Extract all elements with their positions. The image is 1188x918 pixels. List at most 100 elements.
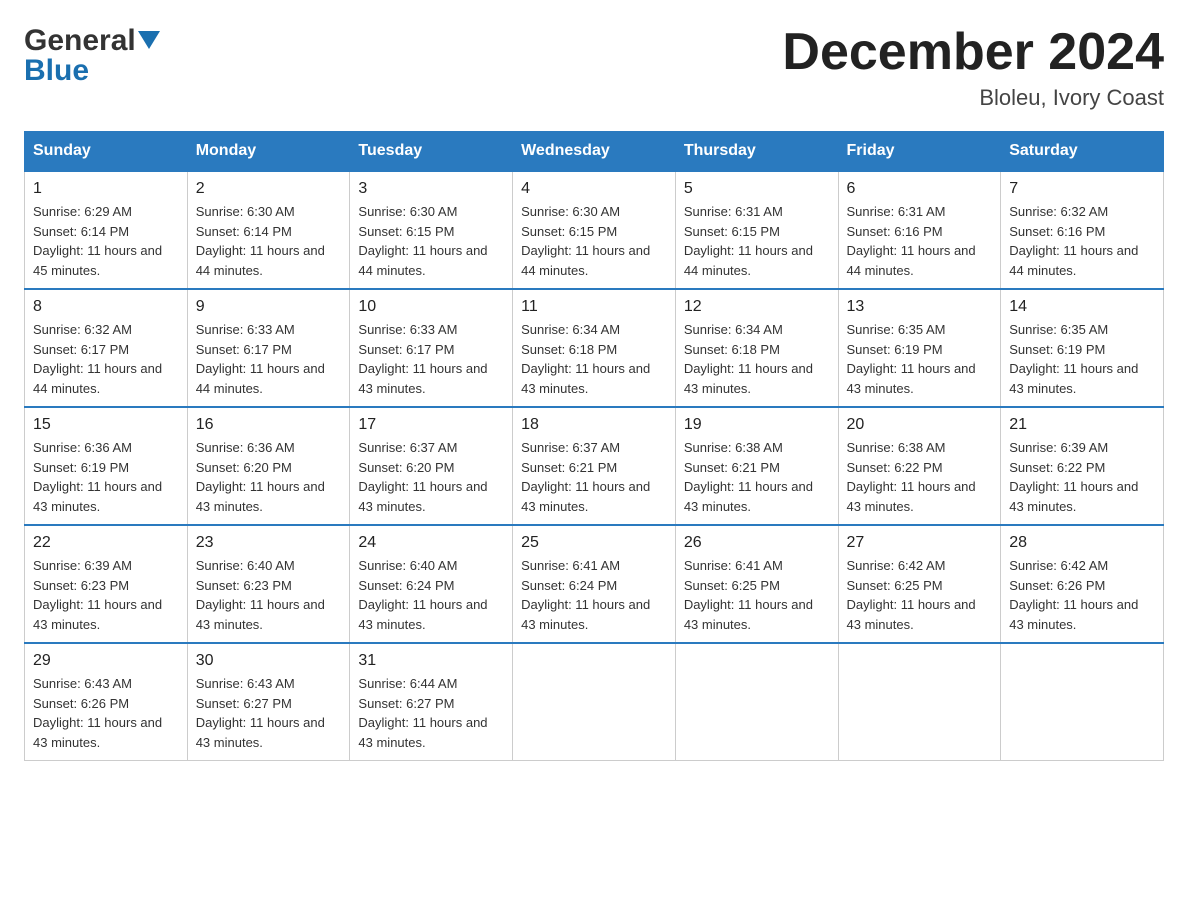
title-block: December 2024 Bloleu, Ivory Coast bbox=[782, 24, 1164, 111]
sunset-label: Sunset: 6:25 PM bbox=[847, 578, 943, 593]
daylight-label: Daylight: 11 hours and 43 minutes. bbox=[33, 479, 162, 514]
sunset-label: Sunset: 6:27 PM bbox=[358, 696, 454, 711]
day-info: Sunrise: 6:36 AM Sunset: 6:20 PM Dayligh… bbox=[196, 438, 342, 516]
day-number: 5 bbox=[684, 180, 830, 198]
calendar-cell: 7 Sunrise: 6:32 AM Sunset: 6:16 PM Dayli… bbox=[1001, 171, 1164, 289]
day-number: 15 bbox=[33, 416, 179, 434]
day-info: Sunrise: 6:39 AM Sunset: 6:22 PM Dayligh… bbox=[1009, 438, 1155, 516]
daylight-label: Daylight: 11 hours and 43 minutes. bbox=[684, 479, 813, 514]
calendar-cell: 20 Sunrise: 6:38 AM Sunset: 6:22 PM Dayl… bbox=[838, 407, 1001, 525]
day-info: Sunrise: 6:37 AM Sunset: 6:21 PM Dayligh… bbox=[521, 438, 667, 516]
sunset-label: Sunset: 6:15 PM bbox=[358, 224, 454, 239]
sunset-label: Sunset: 6:19 PM bbox=[1009, 342, 1105, 357]
sunrise-label: Sunrise: 6:30 AM bbox=[196, 204, 295, 219]
calendar-cell: 3 Sunrise: 6:30 AM Sunset: 6:15 PM Dayli… bbox=[350, 171, 513, 289]
sunrise-label: Sunrise: 6:33 AM bbox=[358, 322, 457, 337]
sunrise-label: Sunrise: 6:36 AM bbox=[196, 440, 295, 455]
daylight-label: Daylight: 11 hours and 43 minutes. bbox=[196, 479, 325, 514]
calendar-week-5: 29 Sunrise: 6:43 AM Sunset: 6:26 PM Dayl… bbox=[25, 643, 1164, 761]
logo-text-general: General bbox=[24, 24, 136, 58]
calendar-cell: 16 Sunrise: 6:36 AM Sunset: 6:20 PM Dayl… bbox=[187, 407, 350, 525]
calendar-cell bbox=[513, 643, 676, 761]
calendar-cell: 23 Sunrise: 6:40 AM Sunset: 6:23 PM Dayl… bbox=[187, 525, 350, 643]
sunset-label: Sunset: 6:18 PM bbox=[684, 342, 780, 357]
sunrise-label: Sunrise: 6:43 AM bbox=[196, 676, 295, 691]
calendar-week-3: 15 Sunrise: 6:36 AM Sunset: 6:19 PM Dayl… bbox=[25, 407, 1164, 525]
sunset-label: Sunset: 6:18 PM bbox=[521, 342, 617, 357]
day-number: 23 bbox=[196, 534, 342, 552]
calendar-cell: 17 Sunrise: 6:37 AM Sunset: 6:20 PM Dayl… bbox=[350, 407, 513, 525]
daylight-label: Daylight: 11 hours and 43 minutes. bbox=[684, 597, 813, 632]
sunset-label: Sunset: 6:26 PM bbox=[33, 696, 129, 711]
sunset-label: Sunset: 6:25 PM bbox=[684, 578, 780, 593]
calendar-cell: 21 Sunrise: 6:39 AM Sunset: 6:22 PM Dayl… bbox=[1001, 407, 1164, 525]
daylight-label: Daylight: 11 hours and 43 minutes. bbox=[196, 715, 325, 750]
daylight-label: Daylight: 11 hours and 43 minutes. bbox=[1009, 479, 1138, 514]
daylight-label: Daylight: 11 hours and 43 minutes. bbox=[847, 479, 976, 514]
day-info: Sunrise: 6:42 AM Sunset: 6:25 PM Dayligh… bbox=[847, 556, 993, 634]
daylight-label: Daylight: 11 hours and 43 minutes. bbox=[1009, 361, 1138, 396]
day-info: Sunrise: 6:31 AM Sunset: 6:15 PM Dayligh… bbox=[684, 202, 830, 280]
day-number: 2 bbox=[196, 180, 342, 198]
logo-text-blue: Blue bbox=[24, 54, 89, 88]
daylight-label: Daylight: 11 hours and 43 minutes. bbox=[358, 479, 487, 514]
sunset-label: Sunset: 6:14 PM bbox=[196, 224, 292, 239]
sunrise-label: Sunrise: 6:35 AM bbox=[847, 322, 946, 337]
day-info: Sunrise: 6:41 AM Sunset: 6:24 PM Dayligh… bbox=[521, 556, 667, 634]
daylight-label: Daylight: 11 hours and 43 minutes. bbox=[847, 597, 976, 632]
day-number: 10 bbox=[358, 298, 504, 316]
sunset-label: Sunset: 6:20 PM bbox=[196, 460, 292, 475]
day-number: 17 bbox=[358, 416, 504, 434]
sunset-label: Sunset: 6:27 PM bbox=[196, 696, 292, 711]
sunset-label: Sunset: 6:19 PM bbox=[33, 460, 129, 475]
day-info: Sunrise: 6:40 AM Sunset: 6:23 PM Dayligh… bbox=[196, 556, 342, 634]
calendar-cell: 30 Sunrise: 6:43 AM Sunset: 6:27 PM Dayl… bbox=[187, 643, 350, 761]
sunset-label: Sunset: 6:15 PM bbox=[521, 224, 617, 239]
calendar-cell: 29 Sunrise: 6:43 AM Sunset: 6:26 PM Dayl… bbox=[25, 643, 188, 761]
day-number: 21 bbox=[1009, 416, 1155, 434]
calendar-cell: 28 Sunrise: 6:42 AM Sunset: 6:26 PM Dayl… bbox=[1001, 525, 1164, 643]
sunset-label: Sunset: 6:16 PM bbox=[1009, 224, 1105, 239]
daylight-label: Daylight: 11 hours and 44 minutes. bbox=[521, 243, 650, 278]
header-day-sunday: Sunday bbox=[25, 132, 188, 172]
sunrise-label: Sunrise: 6:35 AM bbox=[1009, 322, 1108, 337]
sunset-label: Sunset: 6:24 PM bbox=[521, 578, 617, 593]
sunset-label: Sunset: 6:24 PM bbox=[358, 578, 454, 593]
day-number: 16 bbox=[196, 416, 342, 434]
daylight-label: Daylight: 11 hours and 43 minutes. bbox=[521, 361, 650, 396]
sunrise-label: Sunrise: 6:34 AM bbox=[684, 322, 783, 337]
daylight-label: Daylight: 11 hours and 43 minutes. bbox=[33, 715, 162, 750]
daylight-label: Daylight: 11 hours and 43 minutes. bbox=[33, 597, 162, 632]
calendar-cell: 12 Sunrise: 6:34 AM Sunset: 6:18 PM Dayl… bbox=[675, 289, 838, 407]
daylight-label: Daylight: 11 hours and 43 minutes. bbox=[521, 597, 650, 632]
day-info: Sunrise: 6:35 AM Sunset: 6:19 PM Dayligh… bbox=[847, 320, 993, 398]
day-info: Sunrise: 6:32 AM Sunset: 6:17 PM Dayligh… bbox=[33, 320, 179, 398]
day-number: 13 bbox=[847, 298, 993, 316]
sunrise-label: Sunrise: 6:40 AM bbox=[196, 558, 295, 573]
calendar-cell: 31 Sunrise: 6:44 AM Sunset: 6:27 PM Dayl… bbox=[350, 643, 513, 761]
daylight-label: Daylight: 11 hours and 43 minutes. bbox=[847, 361, 976, 396]
daylight-label: Daylight: 11 hours and 43 minutes. bbox=[358, 361, 487, 396]
sunrise-label: Sunrise: 6:41 AM bbox=[684, 558, 783, 573]
day-number: 8 bbox=[33, 298, 179, 316]
daylight-label: Daylight: 11 hours and 43 minutes. bbox=[196, 597, 325, 632]
sunrise-label: Sunrise: 6:36 AM bbox=[33, 440, 132, 455]
sunset-label: Sunset: 6:23 PM bbox=[196, 578, 292, 593]
sunset-label: Sunset: 6:21 PM bbox=[684, 460, 780, 475]
day-number: 18 bbox=[521, 416, 667, 434]
day-info: Sunrise: 6:35 AM Sunset: 6:19 PM Dayligh… bbox=[1009, 320, 1155, 398]
day-info: Sunrise: 6:30 AM Sunset: 6:15 PM Dayligh… bbox=[521, 202, 667, 280]
daylight-label: Daylight: 11 hours and 43 minutes. bbox=[684, 361, 813, 396]
sunset-label: Sunset: 6:15 PM bbox=[684, 224, 780, 239]
header-day-wednesday: Wednesday bbox=[513, 132, 676, 172]
day-info: Sunrise: 6:34 AM Sunset: 6:18 PM Dayligh… bbox=[684, 320, 830, 398]
calendar-cell: 22 Sunrise: 6:39 AM Sunset: 6:23 PM Dayl… bbox=[25, 525, 188, 643]
location-subtitle: Bloleu, Ivory Coast bbox=[782, 85, 1164, 111]
day-info: Sunrise: 6:38 AM Sunset: 6:21 PM Dayligh… bbox=[684, 438, 830, 516]
header-day-saturday: Saturday bbox=[1001, 132, 1164, 172]
day-number: 11 bbox=[521, 298, 667, 316]
sunset-label: Sunset: 6:22 PM bbox=[847, 460, 943, 475]
day-info: Sunrise: 6:38 AM Sunset: 6:22 PM Dayligh… bbox=[847, 438, 993, 516]
calendar-cell: 24 Sunrise: 6:40 AM Sunset: 6:24 PM Dayl… bbox=[350, 525, 513, 643]
sunrise-label: Sunrise: 6:44 AM bbox=[358, 676, 457, 691]
